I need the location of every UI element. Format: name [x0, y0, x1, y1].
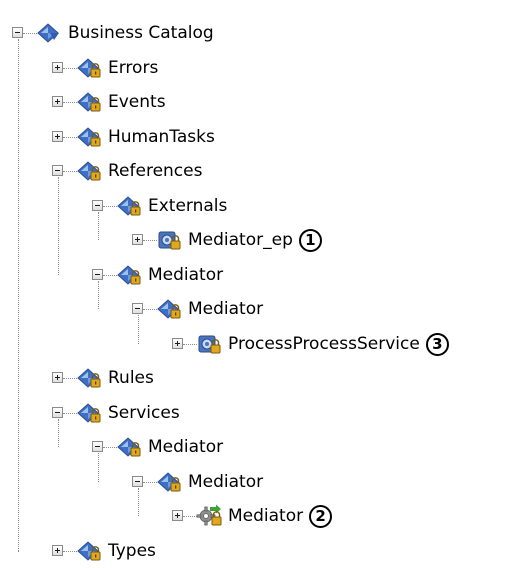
tree-node-processprocessservice[interactable]: ProcessProcessService 3 — [0, 327, 516, 361]
tree-node-label: HumanTasks — [108, 126, 215, 147]
locked-folder-icon — [76, 366, 104, 390]
tree-connector-line — [143, 481, 157, 483]
tree-node-mediator[interactable]: Mediator — [0, 430, 516, 464]
locked-folder-icon — [76, 401, 104, 425]
collapse-toggle-icon[interactable] — [132, 475, 143, 487]
tree-connector-line — [103, 205, 117, 207]
tree-node-mediator[interactable]: Mediator — [0, 292, 516, 326]
tree-connector-line — [63, 102, 77, 103]
tree-node-label: ProcessProcessService — [228, 333, 420, 354]
tree-node-externals[interactable]: Externals — [0, 189, 516, 223]
tree-connector-line — [63, 378, 77, 379]
collapse-toggle-icon[interactable] — [92, 199, 103, 211]
tree-node-mediator[interactable]: Mediator 2 — [0, 499, 516, 533]
tree-connector-line — [103, 274, 117, 276]
locked-folder-icon — [76, 539, 104, 563]
tree-node-mediator[interactable]: Mediator — [0, 258, 516, 292]
tree-node-label: Rules — [108, 368, 154, 388]
locked-folder-icon — [156, 470, 184, 494]
expand-toggle-icon[interactable] — [172, 337, 183, 349]
expand-toggle-icon[interactable] — [52, 61, 63, 73]
expand-toggle-icon[interactable] — [52, 372, 63, 383]
tree-connector-line — [63, 412, 77, 414]
collapse-toggle-icon[interactable] — [52, 406, 63, 418]
locked-folder-icon — [76, 56, 104, 80]
catalog-folder-icon — [36, 21, 64, 45]
tree-node-label: References — [108, 161, 203, 181]
tree-connector-line — [183, 343, 197, 345]
tree-node-types[interactable]: Types — [0, 534, 516, 568]
tree-connector-line — [63, 67, 77, 69]
locked-folder-icon — [116, 435, 144, 459]
locked-folder-icon — [116, 194, 144, 218]
tree-node-label: Mediator — [188, 299, 264, 319]
locked-folder-icon — [76, 159, 104, 183]
tree-connector-line — [63, 171, 77, 172]
tree-node-label: Mediator — [148, 437, 224, 457]
tree-node-humantasks[interactable]: HumanTasks — [0, 120, 516, 154]
locked-folder-icon — [156, 297, 184, 321]
tree-connector-line — [143, 309, 157, 310]
tree-node-rules[interactable]: Rules — [0, 361, 516, 395]
callout-number-badge: 2 — [309, 505, 333, 528]
collapse-toggle-icon[interactable] — [132, 303, 143, 314]
locked-folder-icon — [76, 125, 104, 149]
tree-node-label: Business Catalog — [68, 23, 214, 43]
collapse-toggle-icon[interactable] — [12, 27, 23, 38]
collapse-toggle-icon[interactable] — [92, 268, 103, 280]
business-catalog-tree: Business Catalog Errors Events HumanTask… — [0, 0, 516, 561]
expand-toggle-icon[interactable] — [52, 130, 63, 142]
tree-node-label: Services — [108, 402, 180, 423]
locked-folder-icon — [116, 263, 144, 287]
web-service-icon — [196, 332, 224, 356]
tree-connector-line — [183, 516, 197, 517]
collapse-toggle-icon[interactable] — [92, 441, 103, 452]
tree-connector-line — [63, 550, 77, 552]
collapse-toggle-icon[interactable] — [52, 165, 63, 176]
tree-connector-line — [143, 240, 157, 241]
tree-node-business-catalog[interactable]: Business Catalog — [0, 16, 516, 50]
callout-number-badge: 3 — [425, 332, 449, 356]
tree-connector-line — [63, 136, 77, 138]
tree-node-mediator-ep[interactable]: Mediator_ep 1 — [0, 223, 516, 257]
mediator-gear-icon — [196, 504, 224, 528]
expand-toggle-icon[interactable] — [172, 510, 183, 521]
tree-node-errors[interactable]: Errors — [0, 51, 516, 85]
tree-connector-line — [103, 447, 117, 448]
web-service-icon — [156, 228, 184, 252]
tree-node-services[interactable]: Services — [0, 396, 516, 430]
tree-node-events[interactable]: Events — [0, 85, 516, 119]
locked-folder-icon — [76, 90, 104, 114]
expand-toggle-icon[interactable] — [52, 96, 63, 107]
tree-node-label: Mediator — [188, 471, 264, 492]
tree-node-label: Types — [108, 540, 156, 561]
expand-toggle-icon[interactable] — [132, 234, 143, 245]
tree-node-label: Events — [108, 92, 166, 112]
callout-number-badge: 1 — [298, 229, 322, 252]
tree-node-label: Mediator — [228, 506, 304, 526]
tree-node-label: Mediator — [148, 264, 224, 285]
tree-node-label: Mediator_ep — [188, 230, 293, 250]
tree-node-label: Externals — [148, 195, 228, 216]
tree-node-label: Errors — [108, 57, 159, 78]
expand-toggle-icon[interactable] — [52, 544, 63, 556]
tree-node-mediator[interactable]: Mediator — [0, 465, 516, 499]
tree-node-references[interactable]: References — [0, 154, 516, 188]
tree-connector-line — [23, 33, 37, 34]
